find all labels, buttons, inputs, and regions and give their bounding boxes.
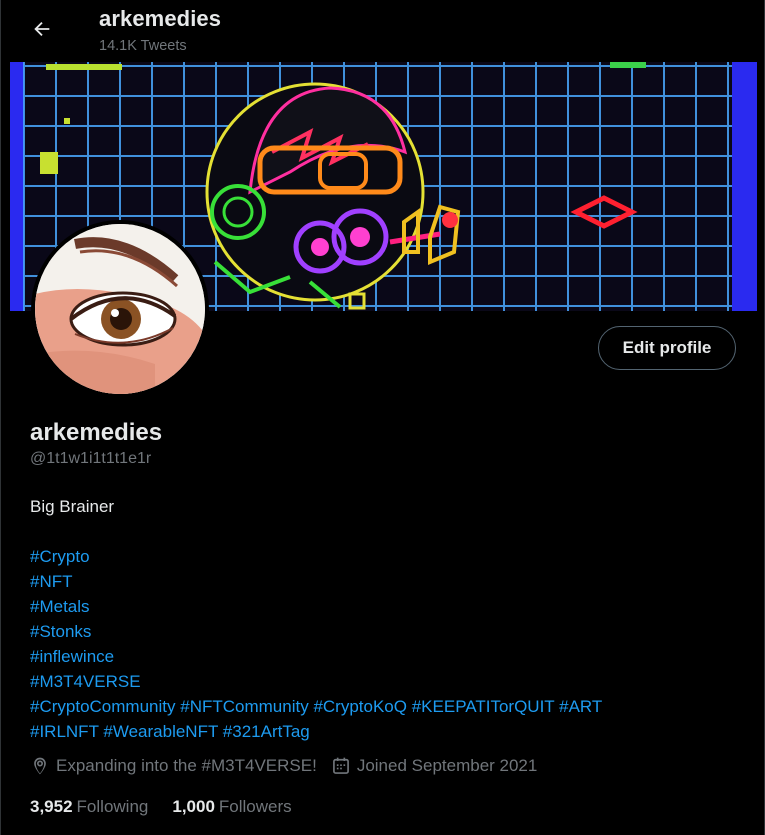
hashtag-link[interactable]: #inflewince: [30, 647, 114, 666]
following-count: 3,952: [30, 797, 73, 816]
join-date-text: Joined September 2021: [356, 756, 538, 775]
profile-bio: Big Brainer #Crypto #NFT #Metals #Stonks #in…: [30, 494, 602, 744]
hashtag-link[interactable]: #NFT: [30, 572, 73, 591]
hashtag-link[interactable]: #321ArtTag: [223, 722, 310, 741]
hashtag-line: #Crypto: [30, 544, 602, 569]
follow-stats: 3,952 Following 1,000 Followers: [30, 797, 316, 817]
location-text: Expanding into the #M3T4VERSE!: [56, 756, 317, 775]
hashtag-link[interactable]: #CryptoCommunity: [30, 697, 176, 716]
followers-count: 1,000: [172, 797, 215, 816]
followers-label: Followers: [218, 797, 292, 816]
location: Expanding into the #M3T4VERSE!: [30, 756, 317, 776]
user-handle: @1t1w1i1t1t1e1r: [30, 450, 152, 467]
following-label: Following: [76, 797, 149, 816]
hashtag-link[interactable]: #KEEPATITorQUIT: [412, 697, 555, 716]
following-link[interactable]: 3,952 Following: [30, 797, 148, 817]
location-pin-icon: [34, 757, 46, 775]
hashtag-line: #Metals: [30, 594, 602, 619]
display-name: arkemedies: [30, 419, 163, 446]
profile-meta: Expanding into the #M3T4VERSE! Joined Se…: [30, 756, 551, 776]
hashtag-link[interactable]: #Metals: [30, 597, 90, 616]
hashtag-link[interactable]: #NFTCommunity: [180, 697, 308, 716]
back-button[interactable]: [23, 10, 61, 48]
hashtag-line: #M3T4VERSE: [30, 669, 602, 694]
edit-profile-button[interactable]: Edit profile: [598, 326, 736, 370]
bio-hashtags: #Crypto #NFT #Metals #Stonks #inflewince #M3T…: [30, 544, 602, 744]
calendar-icon: [332, 757, 349, 774]
arrow-left-icon: [34, 21, 50, 37]
hashtag-line: #Stonks: [30, 619, 602, 644]
profile-page: arkemedies 14.1K Tweets Edit profile ark…: [0, 0, 765, 835]
header-name: arkemedies: [99, 6, 222, 31]
hashtag-line: #NFT: [30, 569, 602, 594]
hashtag-link[interactable]: #IRLNFT: [30, 722, 99, 741]
profile-avatar[interactable]: [31, 220, 209, 398]
join-date: Joined September 2021: [331, 756, 538, 776]
hashtag-link[interactable]: #Crypto: [30, 547, 90, 566]
hashtag-line: #inflewince: [30, 644, 602, 669]
hashtag-line: #CryptoCommunity #NFTCommunity #CryptoKo…: [30, 694, 602, 719]
avatar-eye-image: [35, 224, 205, 394]
hashtag-link[interactable]: #M3T4VERSE: [30, 672, 141, 691]
followers-link[interactable]: 1,000 Followers: [172, 797, 291, 817]
tweet-count: 14.1K Tweets: [99, 38, 187, 54]
hashtag-link[interactable]: #WearableNFT: [103, 722, 218, 741]
hashtag-link[interactable]: #CryptoKoQ: [313, 697, 407, 716]
hashtag-link[interactable]: #Stonks: [30, 622, 91, 641]
hashtag-line: #IRLNFT #WearableNFT #321ArtTag: [30, 719, 602, 744]
hashtag-link[interactable]: #ART: [559, 697, 602, 716]
bio-text: Big Brainer: [30, 497, 115, 516]
top-header: arkemedies 14.1K Tweets: [1, 0, 764, 62]
